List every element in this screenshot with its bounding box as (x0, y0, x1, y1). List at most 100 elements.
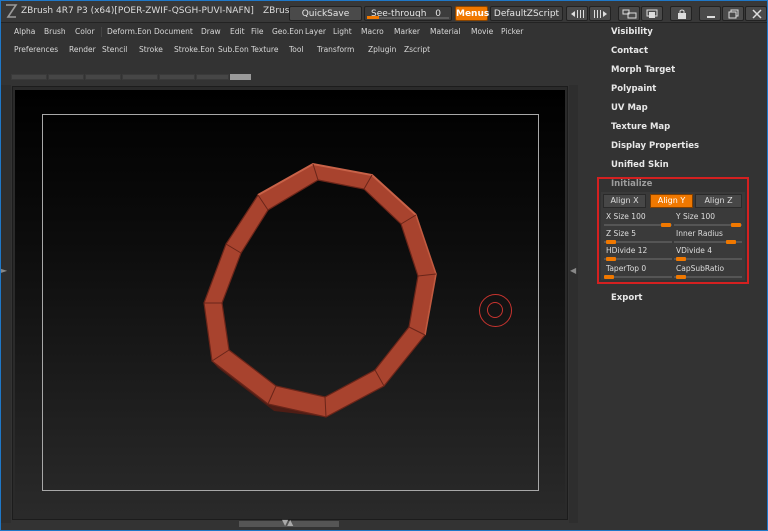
default-zscript-button[interactable]: DefaultZScript (490, 6, 563, 21)
shelf-segment (159, 74, 195, 80)
shelf-segment (48, 74, 84, 80)
menu-file[interactable]: File (251, 25, 264, 39)
left-tray[interactable] (1, 85, 11, 523)
palette-polypaint[interactable]: Polypaint (611, 84, 656, 94)
menu-sub-eon[interactable]: Sub.Eon (218, 43, 249, 57)
menu-alpha[interactable]: Alpha (14, 25, 35, 39)
menu-material[interactable]: Material (430, 25, 460, 39)
menu-brush[interactable]: Brush (44, 25, 66, 39)
menu-texture[interactable]: Texture (251, 43, 278, 57)
y-size-track (674, 223, 742, 227)
menu-edit[interactable]: Edit (230, 25, 245, 39)
x-size-track (604, 223, 672, 227)
initialize-title[interactable]: Initialize (611, 179, 652, 189)
inner-radius-slider[interactable]: Inner Radius (673, 229, 743, 244)
y-size-slider[interactable]: Y Size 100 (673, 212, 743, 227)
tapertop-knob[interactable] (604, 275, 614, 279)
layout-alt-icon[interactable] (641, 6, 663, 21)
expand-bottom-icon[interactable]: ▼▲ (282, 518, 293, 527)
capsubratio-slider[interactable]: CapSubRatio (673, 264, 743, 279)
shelf-strip (11, 74, 251, 80)
pane-right-icon[interactable] (589, 6, 611, 21)
inner-radius-track (674, 240, 742, 244)
see-through-slider[interactable]: See-through 0 (364, 6, 452, 21)
restore-icon[interactable] (722, 6, 744, 21)
z-size-slider[interactable]: Z Size 5 (603, 229, 673, 244)
palette-display-properties[interactable]: Display Properties (611, 141, 699, 151)
menu-deform-eon[interactable]: Deform.Eon (107, 25, 151, 39)
inner-radius-label: Inner Radius (676, 229, 723, 238)
menu-transform[interactable]: Transform (317, 43, 354, 57)
inner-radius-knob[interactable] (726, 240, 736, 244)
palette-uv-map[interactable]: UV Map (611, 103, 648, 113)
y-size-knob[interactable] (731, 223, 741, 227)
see-through-knob[interactable] (367, 16, 379, 19)
menu-macro[interactable]: Macro (361, 25, 384, 39)
z-size-track (604, 240, 672, 244)
zbrush-label: ZBrus (263, 6, 289, 16)
vdivide-label: VDivide 4 (676, 246, 713, 255)
align-z-button[interactable]: Align Z (695, 194, 742, 208)
palette-contact[interactable]: Contact (611, 46, 648, 56)
tapertop-label: TaperTop 0 (606, 264, 647, 273)
menus-button[interactable]: Menus (455, 6, 489, 21)
menu-picker[interactable]: Picker (501, 25, 523, 39)
vdivide-track (674, 257, 742, 261)
capsubratio-knob[interactable] (676, 275, 686, 279)
quicksave-button[interactable]: QuickSave (289, 6, 362, 21)
hdivide-track (604, 257, 672, 261)
lock-icon[interactable] (670, 6, 692, 21)
align-y-button[interactable]: Align Y (650, 194, 693, 208)
expand-left-icon[interactable]: ► (1, 266, 7, 275)
palette-export[interactable]: Export (611, 293, 642, 303)
ring-model[interactable] (190, 155, 450, 420)
close-icon[interactable] (745, 6, 767, 21)
x-size-slider[interactable]: X Size 100 (603, 212, 673, 227)
y-size-label: Y Size 100 (676, 212, 716, 221)
menu-preferences[interactable]: Preferences (14, 43, 58, 57)
menu-document[interactable]: Document (154, 25, 193, 39)
brush-cursor (479, 294, 512, 327)
shelf-segment (11, 74, 47, 80)
menu-stroke-eon[interactable]: Stroke.Eon (174, 43, 214, 57)
palette-morph-target[interactable]: Morph Target (611, 65, 675, 75)
x-size-knob[interactable] (661, 223, 671, 227)
capsubratio-label: CapSubRatio (676, 264, 725, 273)
menu-marker[interactable]: Marker (394, 25, 420, 39)
align-x-button[interactable]: Align X (603, 194, 646, 208)
see-through-track (367, 16, 449, 19)
tapertop-slider[interactable]: TaperTop 0 (603, 264, 673, 279)
menu-zplugin[interactable]: Zplugin (368, 43, 396, 57)
menu-layer[interactable]: Layer (305, 25, 326, 39)
layout-icon[interactable] (618, 6, 640, 21)
menu-draw[interactable]: Draw (201, 25, 221, 39)
menu-stroke[interactable]: Stroke (139, 43, 163, 57)
menu-stencil[interactable]: Stencil (102, 43, 127, 57)
hdivide-slider[interactable]: HDivide 12 (603, 246, 673, 261)
pane-left-icon[interactable] (566, 6, 588, 21)
minimize-icon[interactable] (699, 6, 721, 21)
z-size-label: Z Size 5 (606, 229, 637, 238)
z-size-knob[interactable] (606, 240, 616, 244)
menu-zscript[interactable]: Zscript (404, 43, 430, 57)
brush-cursor-inner (487, 302, 503, 318)
shelf-active-segment[interactable] (230, 74, 251, 80)
app-title: ZBrush 4R7 P3 (x64)[POER-ZWIF-QSGH-PUVI-… (21, 6, 254, 16)
vdivide-slider[interactable]: VDivide 4 (673, 246, 743, 261)
menu-render[interactable]: Render (69, 43, 96, 57)
expand-right-icon[interactable]: ◀ (570, 266, 576, 275)
menu-tool[interactable]: Tool (289, 43, 304, 57)
x-size-label: X Size 100 (606, 212, 646, 221)
palette-visibility[interactable]: Visibility (611, 27, 653, 37)
right-tray[interactable] (569, 85, 578, 523)
shelf-segment (196, 74, 229, 80)
menu-geo-eon[interactable]: Geo.Eon (272, 25, 303, 39)
menu-light[interactable]: Light (333, 25, 352, 39)
menu-movie[interactable]: Movie (471, 25, 493, 39)
hdivide-knob[interactable] (606, 257, 616, 261)
menu-color[interactable]: Color (75, 25, 95, 39)
palette-texture-map[interactable]: Texture Map (611, 122, 670, 132)
shelf-segment (122, 74, 158, 80)
vdivide-knob[interactable] (676, 257, 686, 261)
palette-unified-skin[interactable]: Unified Skin (611, 160, 669, 170)
